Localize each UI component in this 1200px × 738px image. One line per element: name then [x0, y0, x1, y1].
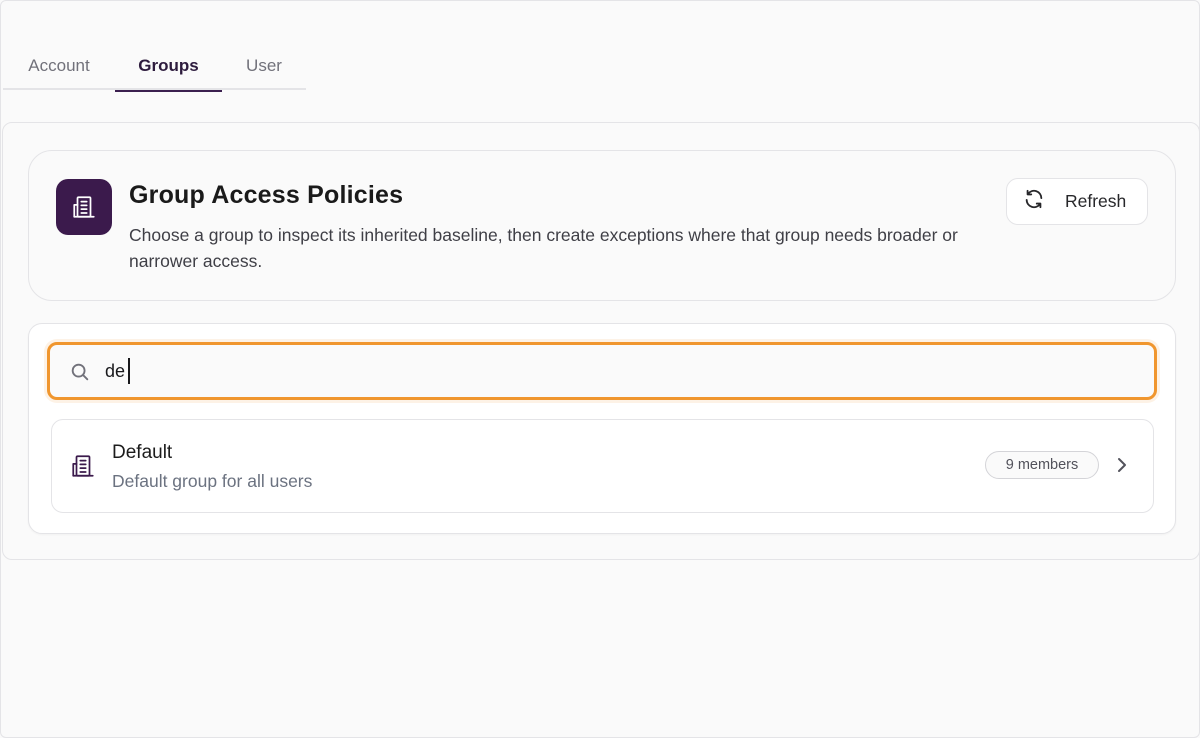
group-list-card: Default Default group for all users 9 me… — [28, 323, 1176, 534]
tab-user[interactable]: User — [222, 41, 306, 90]
search-icon — [71, 363, 89, 381]
tab-account[interactable]: Account — [3, 41, 115, 90]
refresh-icon — [1023, 188, 1045, 215]
member-count-badge: 9 members — [985, 451, 1099, 479]
text-caret — [128, 358, 130, 384]
refresh-button[interactable]: Refresh — [1006, 178, 1148, 225]
app-frame: Account Groups User Group Access Policie… — [0, 0, 1200, 738]
tab-bar: Account Groups User — [3, 41, 306, 92]
group-row-default[interactable]: Default Default group for all users 9 me… — [51, 419, 1154, 513]
page-description: Choose a group to inspect its inherited … — [129, 225, 958, 271]
group-name: Default — [112, 442, 173, 463]
policies-header-card: Group Access Policies Choose a group to … — [28, 150, 1176, 301]
refresh-label: Refresh — [1065, 191, 1127, 211]
chevron-right-icon — [1118, 458, 1126, 472]
search-box — [47, 342, 1157, 400]
groups-panel: Group Access Policies Choose a group to … — [2, 122, 1200, 560]
building-icon — [56, 179, 112, 235]
building-icon — [72, 455, 94, 477]
search-input[interactable] — [105, 353, 1145, 389]
page-title: Group Access Policies — [129, 181, 404, 209]
tab-groups[interactable]: Groups — [115, 41, 222, 92]
group-description: Default group for all users — [112, 471, 313, 491]
